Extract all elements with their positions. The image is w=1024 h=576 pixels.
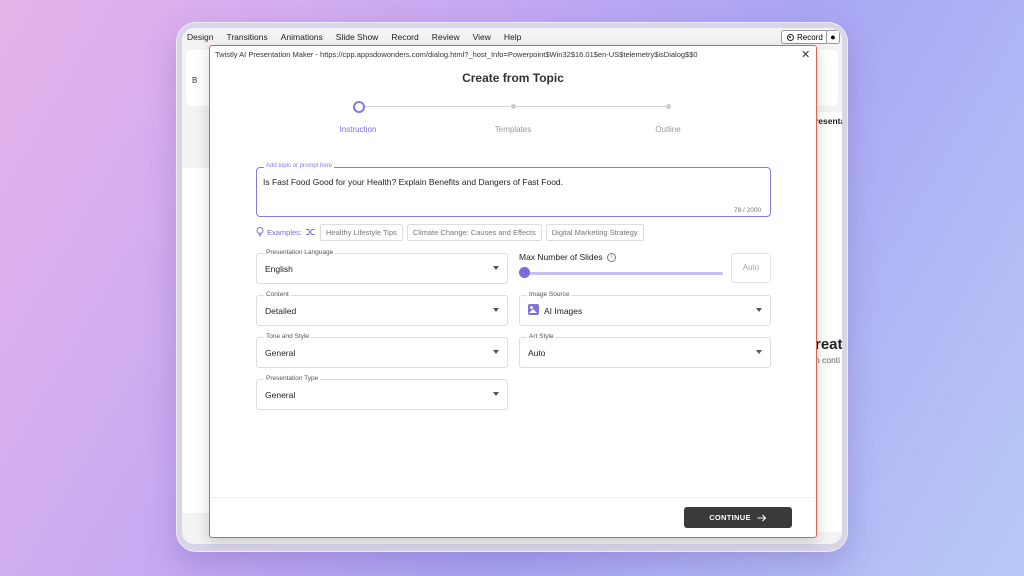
side-panel-text: n conti — [815, 355, 841, 365]
side-panel-title: resenta — [815, 116, 842, 126]
dialog-title-bar: Twistly AI Presentation Maker - https://… — [215, 50, 698, 59]
share-icon[interactable]: ● — [826, 30, 840, 44]
topic-input-value[interactable]: Is Fast Food Good for your Health? Expla… — [263, 177, 563, 187]
step-instruction-label[interactable]: Instruction — [323, 125, 393, 134]
image-source-select[interactable]: Image Source AI Images — [519, 291, 771, 326]
continue-button[interactable]: CONTINUE — [684, 507, 792, 528]
step-templates-label[interactable]: Templates — [478, 125, 548, 134]
max-slides-label: Max Number of Slides i — [519, 252, 616, 262]
chevron-down-icon — [493, 266, 499, 270]
menu-record[interactable]: Record — [391, 32, 418, 42]
content-select[interactable]: Content Detailed — [256, 291, 508, 326]
side-panel-heading: reate — [815, 336, 842, 353]
art-style-value: Auto — [528, 348, 546, 358]
footer-divider — [210, 497, 816, 498]
chevron-down-icon — [493, 392, 499, 396]
menu-bar: Design Transitions Animations Slide Show… — [182, 28, 842, 46]
tone-select-value: General — [265, 348, 296, 358]
record-icon — [787, 33, 794, 41]
language-select-label: Presentation Language — [264, 249, 336, 256]
shuffle-icon[interactable] — [306, 228, 315, 236]
image-source-label: Image Source — [527, 291, 572, 298]
topic-input[interactable] — [256, 167, 771, 217]
arrow-right-icon — [757, 514, 767, 521]
step-outline-indicator[interactable] — [666, 104, 671, 109]
side-panel — [815, 112, 842, 532]
twistly-dialog: Twistly AI Presentation Maker - https://… — [209, 45, 817, 538]
example-chip[interactable]: Climate Change: Causes and Effects — [406, 223, 542, 241]
max-slides-slider-track[interactable] — [524, 272, 723, 275]
examples-row: Examples: Healthy Lifestyle Tips Climate… — [256, 223, 648, 241]
content-select-label: Content — [264, 291, 291, 298]
continue-button-label: CONTINUE — [709, 513, 751, 522]
examples-label: Examples: — [267, 227, 303, 237]
dialog-heading: Create from Topic — [462, 71, 564, 85]
content-select-value: Detailed — [265, 306, 297, 316]
chevron-down-icon — [493, 350, 499, 354]
image-source-value: AI Images — [544, 306, 583, 316]
stepper-line — [516, 106, 666, 107]
chevron-down-icon — [756, 350, 762, 354]
presentation-type-select[interactable]: Presentation Type General — [256, 375, 508, 410]
chevron-down-icon — [493, 308, 499, 312]
menu-animations[interactable]: Animations — [281, 32, 323, 42]
ribbon-bold-button[interactable]: B — [192, 76, 197, 85]
language-select[interactable]: Presentation Language English — [256, 249, 508, 284]
presentation-type-value: General — [265, 390, 296, 400]
menu-transitions[interactable]: Transitions — [226, 32, 267, 42]
info-icon[interactable]: i — [606, 252, 616, 262]
max-slides-slider-thumb[interactable] — [519, 267, 530, 278]
presentation-type-label: Presentation Type — [264, 375, 321, 382]
step-instruction-indicator[interactable] — [353, 101, 365, 113]
close-icon[interactable]: ✕ — [801, 48, 810, 61]
topic-char-count: 78 / 2000 — [734, 207, 762, 214]
menu-review[interactable]: Review — [432, 32, 460, 42]
record-button-label: Record — [797, 32, 823, 42]
lightbulb-icon — [256, 227, 264, 237]
tone-select[interactable]: Tone and Style General — [256, 333, 508, 368]
step-outline-label[interactable]: Outline — [633, 125, 703, 134]
menu-slide-show[interactable]: Slide Show — [336, 32, 379, 42]
step-templates-indicator[interactable] — [511, 104, 516, 109]
art-style-select[interactable]: Art Style Auto — [519, 333, 771, 368]
stepper-line — [365, 106, 510, 107]
tone-select-label: Tone and Style — [264, 333, 312, 340]
max-slides-label-text: Max Number of Slides — [519, 252, 603, 262]
record-button[interactable]: Record — [781, 30, 829, 44]
art-style-label: Art Style — [527, 333, 556, 340]
example-chip[interactable]: Healthy Lifestyle Tips — [320, 223, 403, 241]
slide-canvas — [182, 168, 209, 513]
language-select-value: English — [265, 264, 293, 274]
menu-help[interactable]: Help — [504, 32, 521, 42]
menu-design[interactable]: Design — [187, 32, 213, 42]
image-icon — [528, 304, 539, 315]
chevron-down-icon — [756, 308, 762, 312]
menu-view[interactable]: View — [473, 32, 491, 42]
max-slides-value[interactable]: Auto — [731, 253, 771, 283]
example-chip[interactable]: Digital Marketing Strategy — [545, 223, 644, 241]
topic-input-label: Add topic or prompt here — [264, 163, 335, 169]
